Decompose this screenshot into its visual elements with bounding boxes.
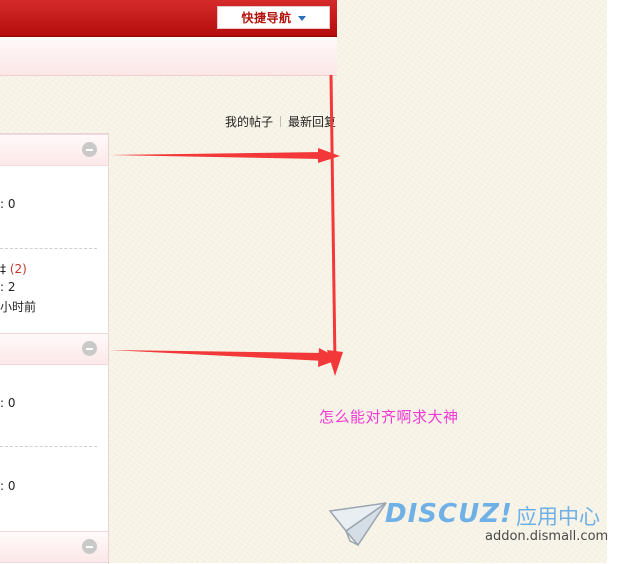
quick-nav-label: 快捷导航 [241,11,292,25]
forum-stat: : 0 [0,396,16,410]
section-header [0,134,108,166]
paper-plane-icon [328,502,387,547]
minus-circle-icon[interactable] [82,142,97,157]
link-separator [280,116,282,127]
user-links: 我的帖子 最新回复 [225,113,336,130]
forum-last-post-time: 小时前 [0,300,37,314]
row-divider [0,248,97,249]
forum-stat: : 2 [0,280,16,294]
my-posts-link[interactable]: 我的帖子 [225,113,273,130]
minus-circle-icon[interactable] [82,341,97,356]
annotation-text: 怎么能对齐啊求大神 [319,408,459,426]
section-header [0,531,108,563]
minus-circle-icon[interactable] [82,539,97,554]
forum-count: (2) [9,262,27,276]
forum-stat: : 0 [0,197,16,211]
section-header [0,333,108,365]
row-divider [0,446,97,447]
watermark-suffix: 应用中心 [516,505,600,529]
forum-stat: : 0 [0,479,16,493]
watermark-url: addon.dismall.com [485,529,609,544]
quick-nav-button[interactable]: 快捷导航 [217,6,330,29]
caret-down-icon [297,15,306,21]
sub-nav-band [0,37,337,76]
forum-title-text: ‡ [0,262,6,276]
watermark-brand: DISCUZ! [385,499,513,529]
latest-replies-link[interactable]: 最新回复 [288,113,336,130]
discuz-watermark: DISCUZ! 应用中心 addon.dismall.com [328,499,613,551]
forum-title: ‡ (2) [0,262,27,276]
forum-list-panel: : 0 ‡ (2) : 2 小时前 : 0 : 0 [0,133,109,564]
top-header-bar: 快捷导航 [0,0,337,37]
